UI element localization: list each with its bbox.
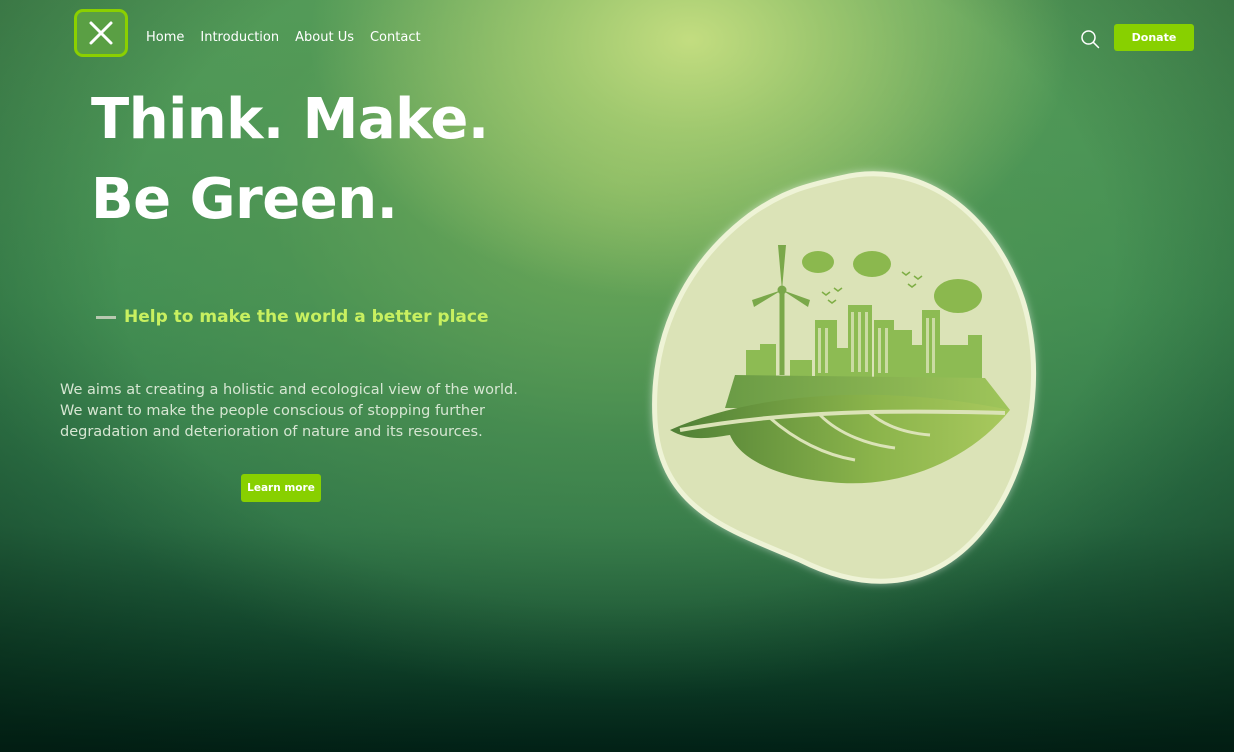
nav-link-contact[interactable]: Contact xyxy=(370,30,421,45)
tagline: Help to make the world a better place xyxy=(96,307,489,327)
nav-link-introduction[interactable]: Introduction xyxy=(200,30,279,45)
headline-line-2: Be Green. xyxy=(91,167,398,232)
eco-city-leaf-illustration xyxy=(652,171,1037,584)
nav-link-about-us[interactable]: About Us xyxy=(295,30,354,45)
search-icon[interactable] xyxy=(1080,29,1100,49)
logo-close-icon[interactable] xyxy=(74,9,128,57)
nav-link-home[interactable]: Home xyxy=(146,30,184,45)
headline-line-1: Think. Make. xyxy=(91,87,489,152)
learn-more-button[interactable]: Learn more xyxy=(241,474,321,502)
tagline-text: Help to make the world a better place xyxy=(124,307,489,327)
tagline-dash xyxy=(96,315,116,319)
hero-description: We aims at creating a holistic and ecolo… xyxy=(60,382,518,440)
main-nav: Home Introduction About Us Contact xyxy=(146,30,421,45)
hero-headline: Think. Make. Be Green. xyxy=(91,80,489,240)
donate-button[interactable]: Donate xyxy=(1114,24,1194,51)
close-x-icon xyxy=(89,21,113,45)
